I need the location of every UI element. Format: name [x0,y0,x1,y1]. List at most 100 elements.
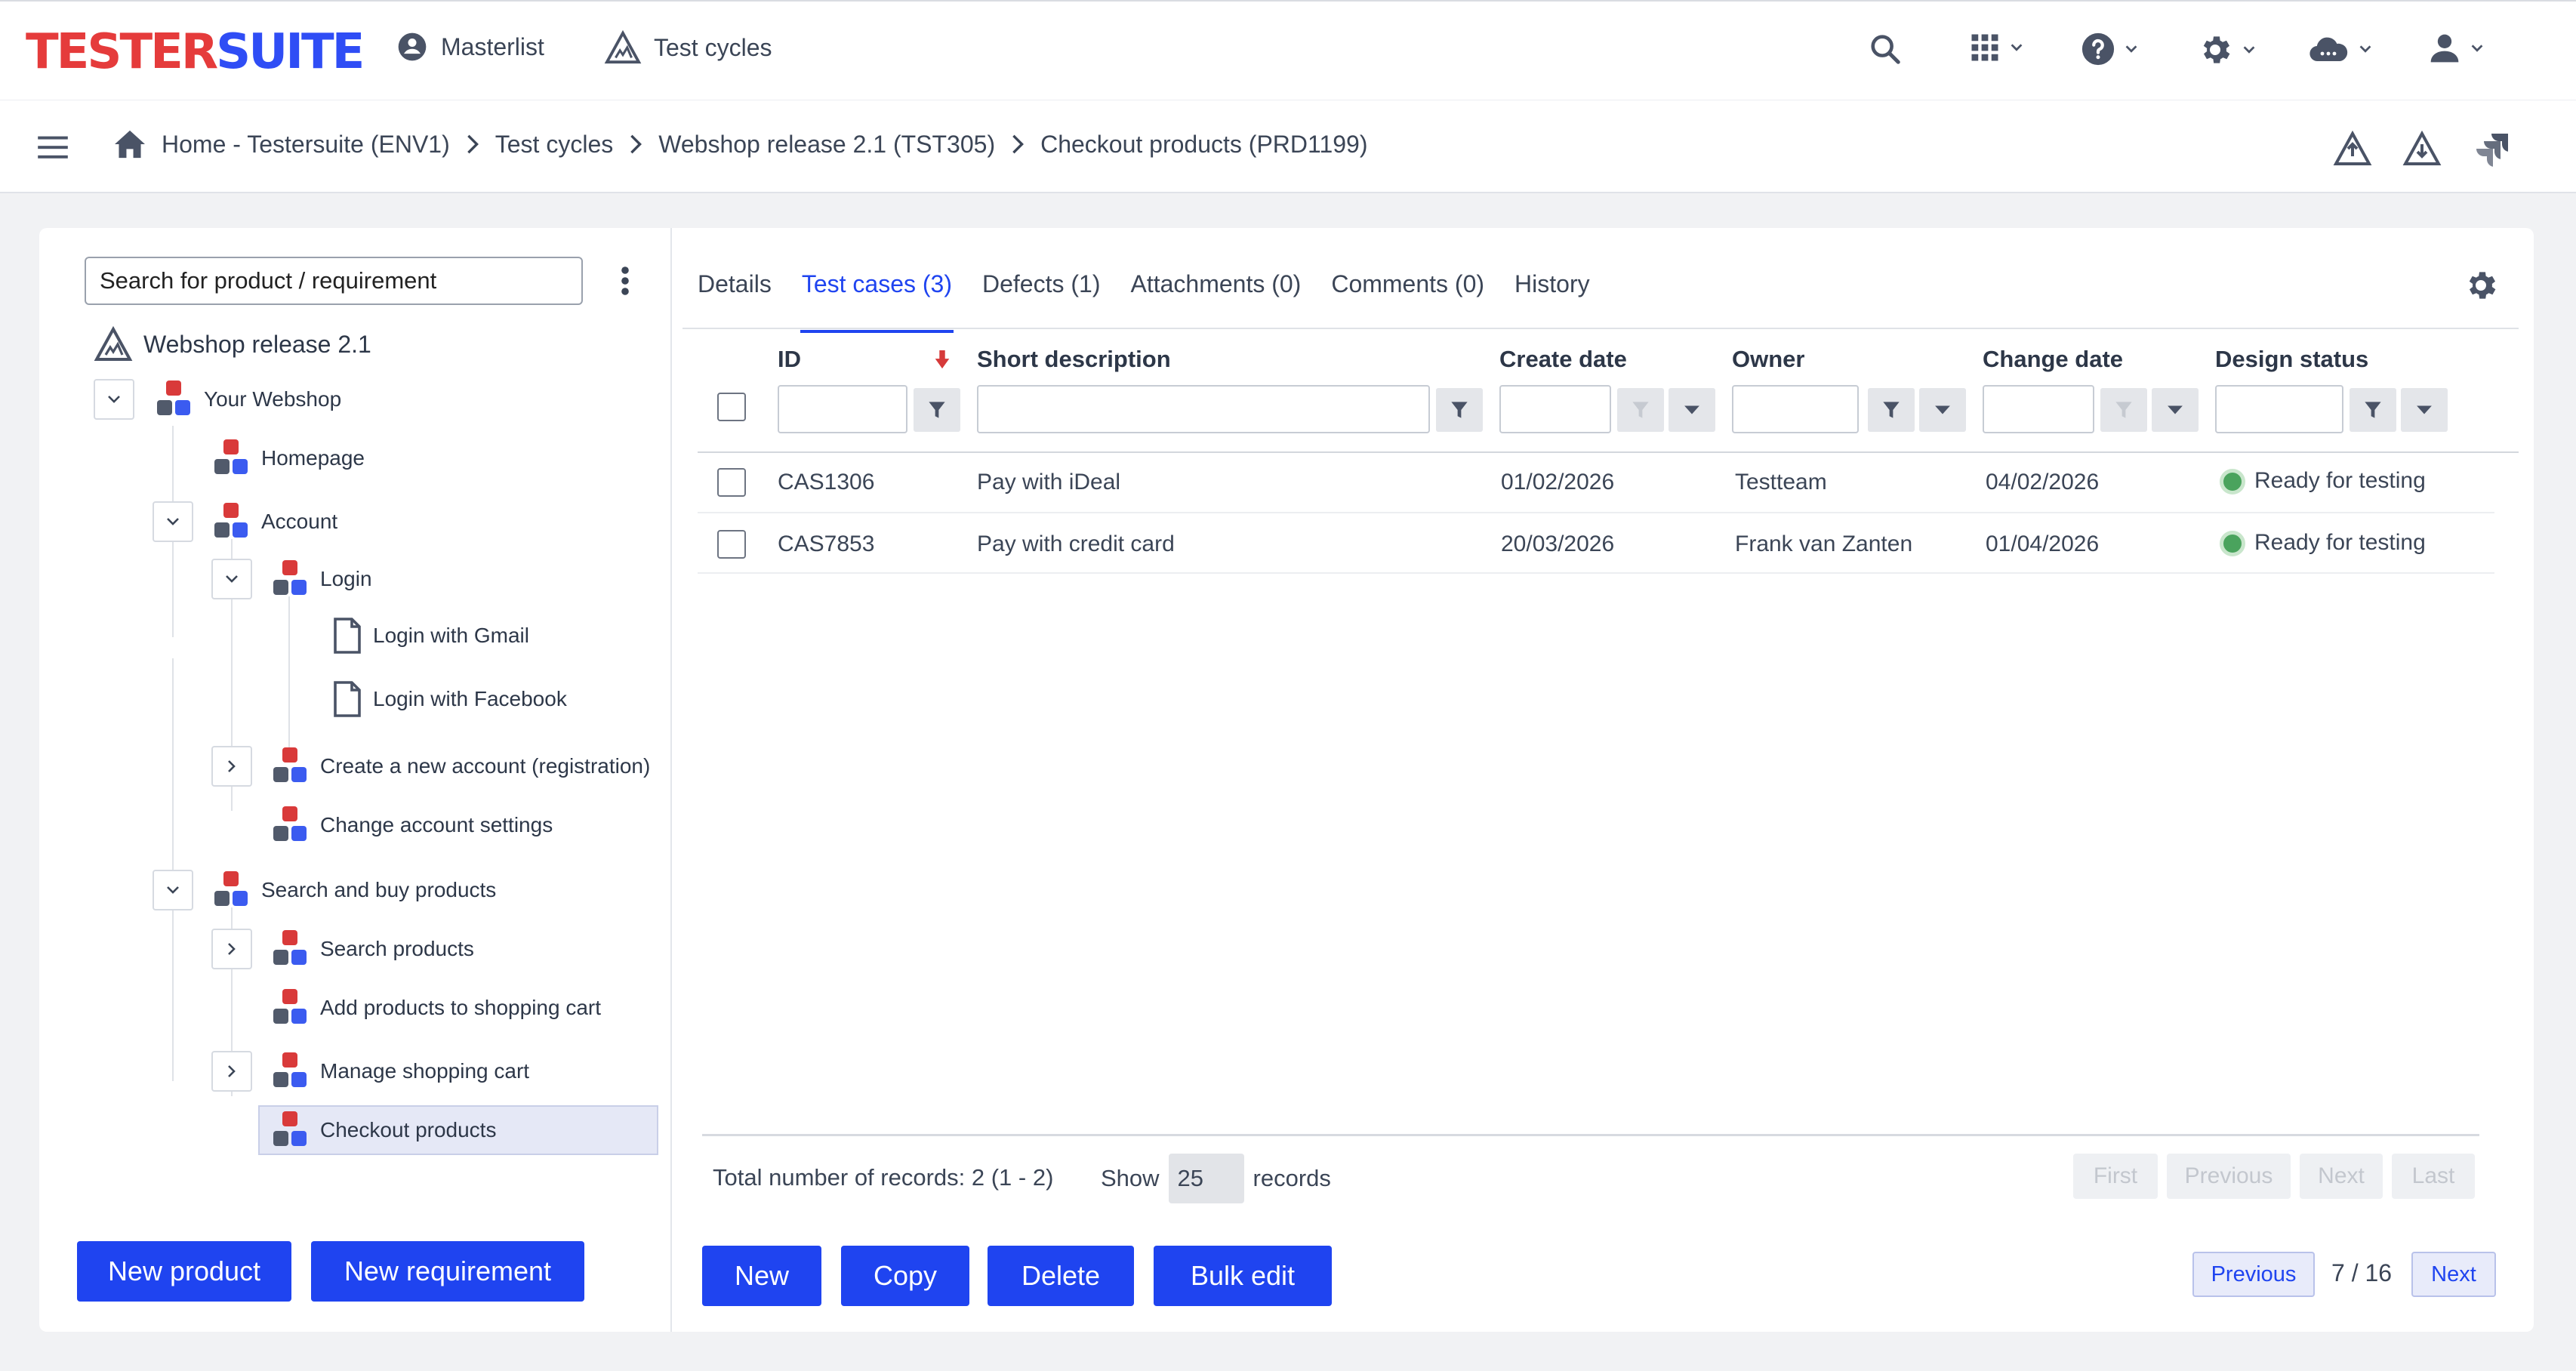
tab-history[interactable]: History [1514,270,1590,298]
delete-button[interactable]: Delete [988,1246,1134,1306]
first-page-button[interactable]: First [2073,1154,2158,1199]
collapse-toggle[interactable] [211,746,252,787]
select-all-checkbox[interactable] [717,393,746,421]
tree-node-change-account-settings[interactable]: Change account settings [270,805,553,846]
change-date-filter-button[interactable] [2100,388,2147,432]
owner-filter-button[interactable] [1868,388,1915,432]
tree-node-login[interactable]: Login [270,559,372,599]
breadcrumb-test-cycles[interactable]: Test cycles [495,131,613,159]
tree-node-checkout-products[interactable]: Checkout products [270,1110,496,1151]
hamburger-menu-icon[interactable] [36,134,69,161]
tab-details[interactable]: Details [698,270,772,298]
settings-menu[interactable] [2197,32,2257,68]
cell-id[interactable]: CAS1306 [778,470,874,495]
next-record-button[interactable]: Next [2411,1252,2496,1297]
cell-id[interactable]: CAS7853 [778,531,874,557]
tree-node-create-account[interactable]: Create a new account (registration) [270,746,650,787]
new-button[interactable]: New [702,1246,821,1306]
search-button[interactable] [1868,32,1903,66]
nav-masterlist[interactable]: Masterlist [396,30,544,63]
column-header-short-description[interactable]: Short description [977,346,1171,373]
collapse-toggle[interactable] [211,929,252,969]
product-icon [211,501,251,542]
column-header-create-date[interactable]: Create date [1499,346,1627,373]
new-product-button[interactable]: New product [77,1241,291,1302]
id-filter-input[interactable] [778,385,907,433]
previous-record-button[interactable]: Previous [2192,1252,2315,1297]
tree-node-search-products[interactable]: Search products [270,929,474,969]
collapse-toggle[interactable] [211,1051,252,1092]
apps-menu[interactable] [1969,32,2025,63]
tree-node-label: Search and buy products [261,878,497,901]
id-filter-button[interactable] [914,388,960,432]
description-filter-button[interactable] [1436,388,1483,432]
test-cycle-icon [94,326,133,362]
bulk-edit-button[interactable]: Bulk edit [1154,1246,1332,1306]
tab-defects[interactable]: Defects (1) [982,270,1100,298]
previous-page-button[interactable]: Previous [2167,1154,2291,1199]
owner-filter-input[interactable] [1732,385,1859,433]
tab-test-cases[interactable]: Test cases (3) [800,270,954,333]
table-row[interactable]: CAS1306 Pay with iDeal 01/02/2026 Testte… [698,453,2494,513]
expand-toggle[interactable] [153,501,193,542]
row-checkbox[interactable] [717,530,746,559]
cloud-menu[interactable] [2307,32,2374,66]
tree-node-add-products-to-cart[interactable]: Add products to shopping cart [270,987,601,1028]
cell-create-date: 01/02/2026 [1501,470,1615,494]
sort-descending-icon[interactable] [935,350,950,370]
description-filter-input[interactable] [977,385,1430,433]
create-date-filter-button[interactable] [1617,388,1664,432]
test-cycle-up-icon[interactable] [2333,131,2372,167]
page-size-select[interactable]: 25 [1168,1154,1244,1203]
chevron-right-icon [1010,134,1025,155]
last-page-button[interactable]: Last [2392,1154,2475,1199]
expand-toggle[interactable] [211,559,252,599]
owner-filter-dropdown[interactable] [1919,388,1966,432]
filter-icon [1632,400,1650,420]
tree-root-node[interactable]: Webshop release 2.1 [94,326,371,362]
column-header-owner[interactable]: Owner [1732,346,1804,373]
tree-node-manage-shopping-cart[interactable]: Manage shopping cart [270,1051,529,1092]
next-page-button[interactable]: Next [2300,1154,2383,1199]
tree-node-search-and-buy-products[interactable]: Search and buy products [211,870,496,910]
column-header-change-date[interactable]: Change date [1983,346,2123,373]
create-date-filter-dropdown[interactable] [1669,388,1715,432]
home-icon[interactable] [113,129,146,159]
table-row[interactable]: CAS7853 Pay with credit card 20/03/2026 … [698,513,2494,574]
tab-comments[interactable]: Comments (0) [1331,270,1484,298]
user-menu[interactable] [2428,32,2485,65]
new-requirement-button[interactable]: New requirement [311,1241,584,1302]
tree-search-input[interactable] [85,257,583,305]
test-cycle-down-icon[interactable] [2402,131,2442,167]
testersuite-logo[interactable]: TESTERSUITE [26,24,365,80]
column-header-design-status[interactable]: Design status [2215,346,2368,373]
more-options-icon[interactable] [621,266,630,296]
nav-test-cycles[interactable]: Test cycles [604,30,772,65]
tree-node-login-with-facebook[interactable]: Login with Facebook [332,681,567,717]
gear-icon[interactable] [2463,267,2499,303]
tree-node-account[interactable]: Account [211,501,337,542]
design-status-filter-dropdown[interactable] [2401,388,2448,432]
tab-divider [683,328,2519,329]
tree-node-label: Change account settings [320,813,553,836]
column-header-id[interactable]: ID [778,346,801,373]
row-checkbox[interactable] [717,468,746,497]
expand-toggle[interactable] [94,379,134,420]
copy-button[interactable]: Copy [841,1246,969,1306]
tree-node-homepage[interactable]: Homepage [211,438,365,479]
chevron-down-icon [2357,41,2374,57]
create-date-filter-input[interactable] [1499,385,1611,433]
breadcrumb-test-cycle[interactable]: Webshop release 2.1 (TST305) [658,131,995,159]
tree-node-login-with-gmail[interactable]: Login with Gmail [332,618,529,654]
breadcrumb-home[interactable]: Home - Testersuite (ENV1) [162,131,450,159]
jira-icon[interactable] [2473,131,2513,167]
design-status-filter-input[interactable] [2215,385,2343,433]
help-menu[interactable] [2081,32,2140,66]
tree-node-your-webshop[interactable]: Your Webshop [154,379,341,420]
tab-attachments[interactable]: Attachments (0) [1130,270,1301,298]
design-status-filter-button[interactable] [2350,388,2396,432]
change-date-filter-input[interactable] [1983,385,2094,433]
change-date-filter-dropdown[interactable] [2152,388,2199,432]
nav-masterlist-label: Masterlist [441,32,544,60]
expand-toggle[interactable] [153,870,193,910]
